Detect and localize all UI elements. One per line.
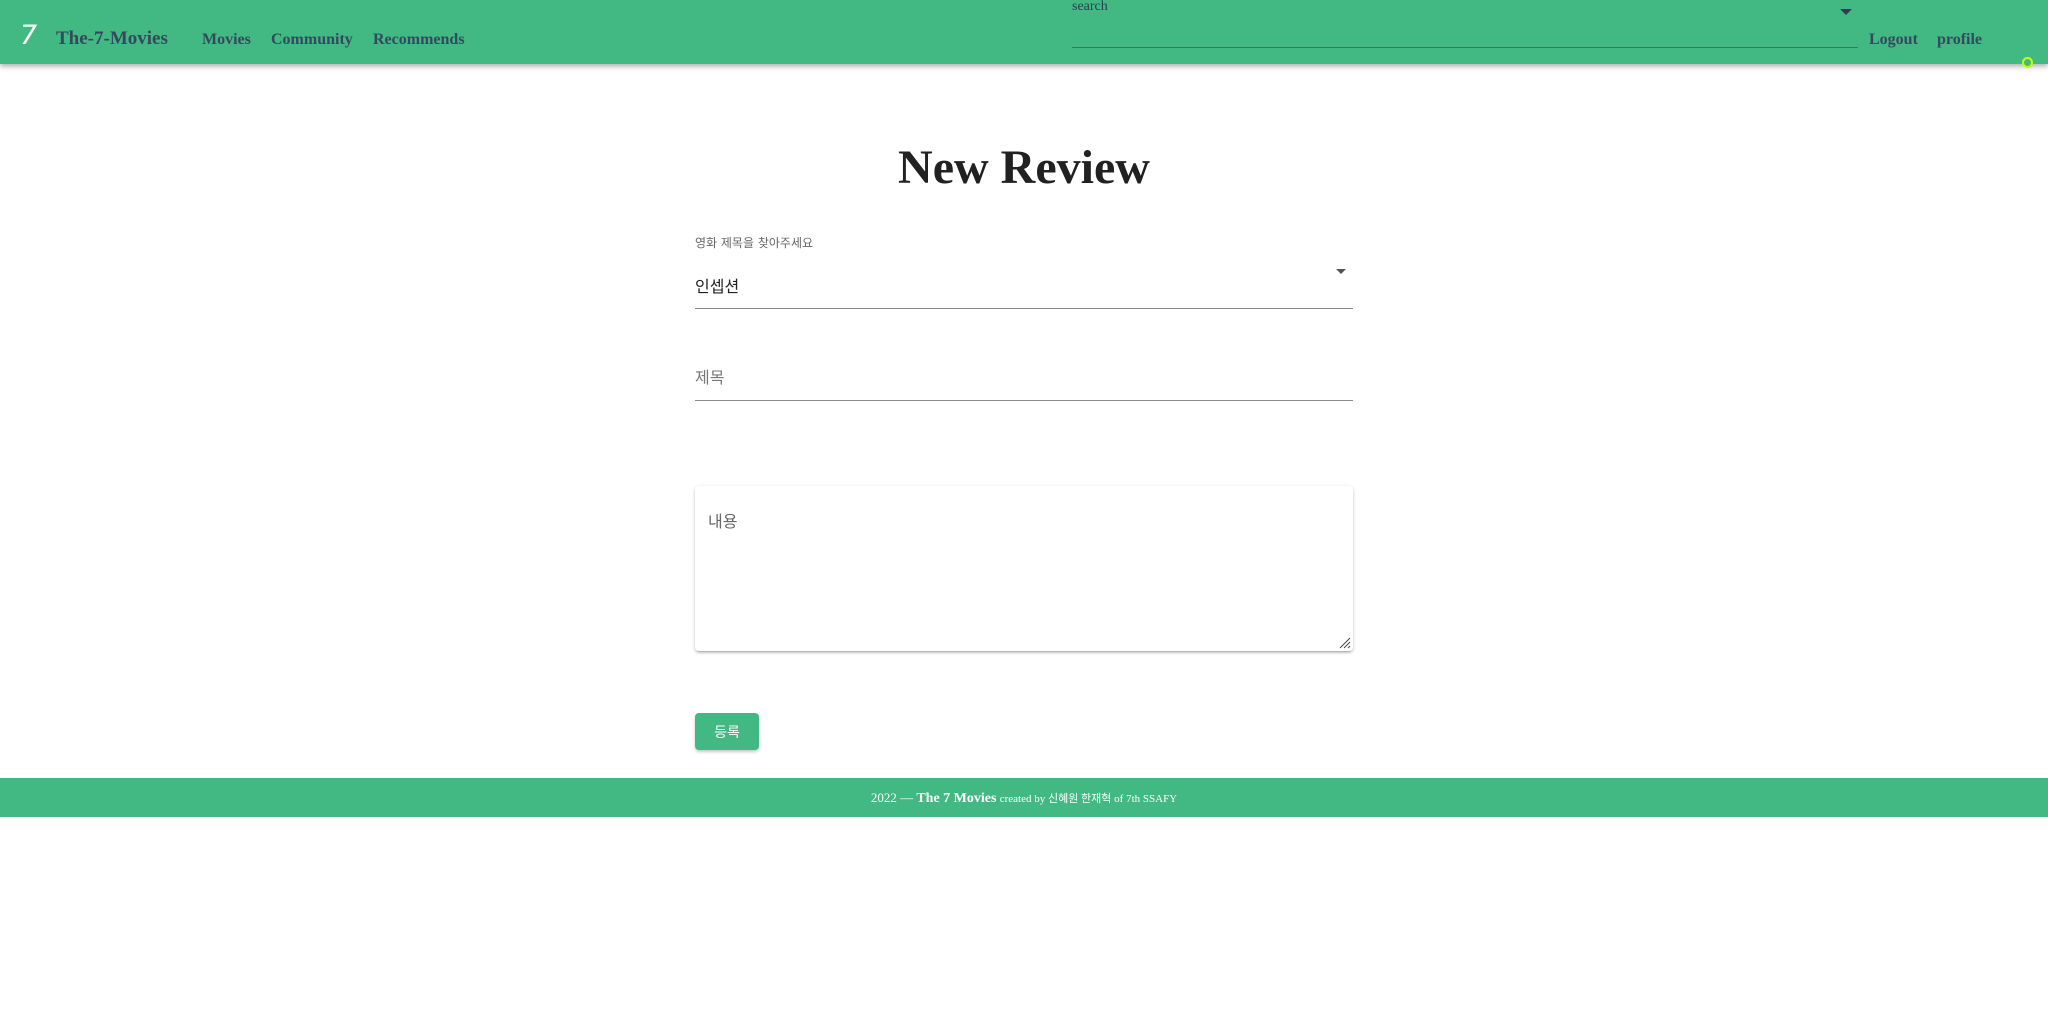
resize-handle-icon[interactable] [1337, 635, 1351, 649]
movie-select-value[interactable]: 인셉션 [695, 273, 739, 297]
movie-select-label: 영화 제목을 찾아주세요 [695, 236, 814, 250]
content-textarea[interactable] [695, 486, 1353, 651]
content-field[interactable] [695, 486, 1353, 651]
brand-logo-icon[interactable]: 7 [20, 22, 37, 49]
footer-brand: The 7 Movies [916, 791, 997, 806]
footer-year: 2022 — [870, 790, 914, 805]
page-title: New Review [898, 141, 1150, 194]
nav-recommends-link[interactable]: Recommends [373, 31, 465, 49]
movie-select[interactable]: 영화 제목을 찾아주세요 인셉션 [695, 230, 1353, 309]
logout-link[interactable]: Logout [1869, 31, 1918, 49]
status-indicator-icon [2022, 57, 2033, 68]
nav-movies-link[interactable]: Movies [202, 31, 251, 49]
profile-link[interactable]: profile [1937, 31, 1982, 49]
chevron-down-icon[interactable] [1336, 269, 1346, 274]
app-bar: 7 The-7-Movies Movies Community Recommen… [0, 0, 2048, 68]
nav-community-link[interactable]: Community [271, 31, 353, 49]
footer-credit: created by 신혜원 한재혁 of 7th SSAFY [999, 793, 1178, 805]
search-field[interactable]: search [1072, 0, 1858, 48]
search-label: search [1072, 0, 1108, 14]
brand-title[interactable]: The-7-Movies [56, 28, 168, 50]
footer: 2022 — The 7 Movies created by 신혜원 한재혁 o… [0, 778, 2048, 817]
search-dropdown-caret-icon[interactable] [1840, 9, 1852, 15]
submit-button[interactable]: 등록 [695, 713, 759, 750]
title-input[interactable] [695, 362, 1353, 392]
search-input[interactable] [1072, 14, 1812, 44]
title-field[interactable] [695, 352, 1353, 401]
